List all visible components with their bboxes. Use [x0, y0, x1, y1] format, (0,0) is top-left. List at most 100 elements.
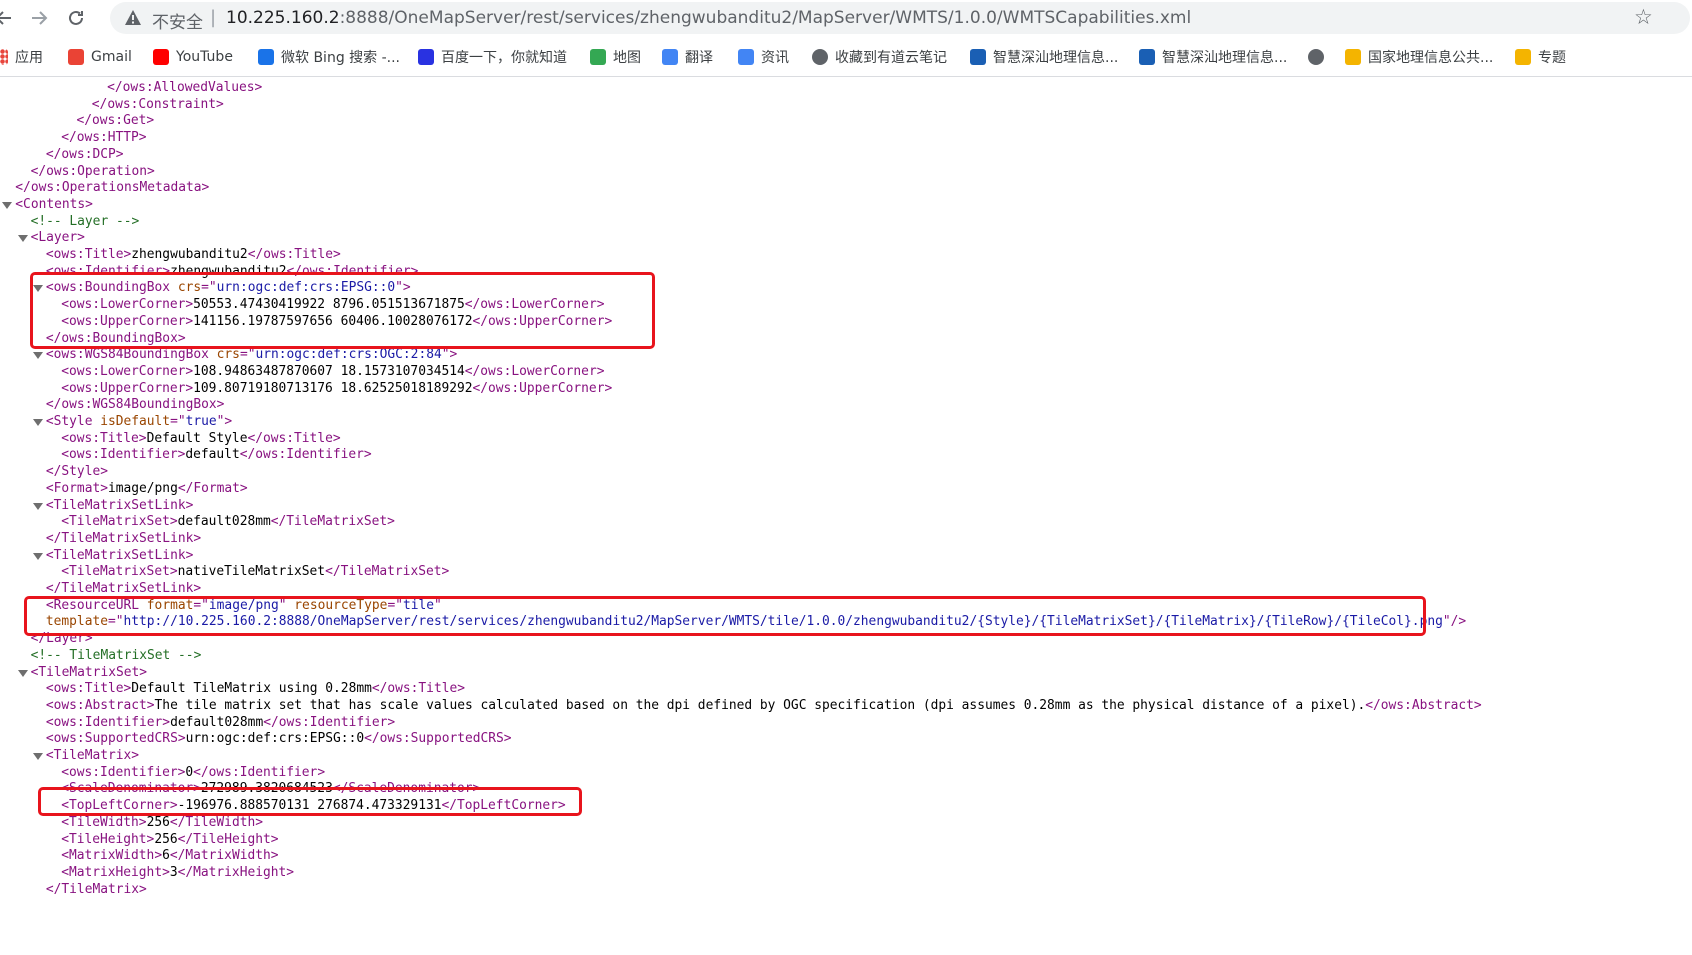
- xml-tag: </ows:Abstract>: [1365, 697, 1482, 713]
- bookmark-star-icon[interactable]: ☆: [1634, 5, 1653, 29]
- bookmark-item[interactable]: 智慧深汕地理信息...: [1139, 47, 1287, 67]
- bookmark-label: 百度一下，你就知道: [441, 50, 567, 66]
- xml-line: <TileHeight>256</TileHeight>: [61, 831, 278, 849]
- xml-tag: </TileMatrixSetLink>: [45, 530, 202, 546]
- tianditu-icon: [1345, 49, 1361, 65]
- xml-line: </ows:Operation>: [31, 163, 155, 181]
- xml-line: <ows:Identifier>default028mm</ows:Identi…: [46, 714, 395, 732]
- collapse-toggle-icon[interactable]: [2, 201, 13, 209]
- xml-attribute-value: urn:ogc:def:crs:OGC:2:84: [255, 347, 442, 363]
- xml-tag: </ows:Title>: [247, 430, 341, 446]
- bookmark-item[interactable]: 百度一下，你就知道: [418, 47, 567, 67]
- xml-line: </TileMatrixSetLink>: [46, 530, 201, 548]
- xml-text: 256: [146, 814, 170, 830]
- xml-tag: =": [239, 347, 256, 363]
- apps-grid-icon: [0, 49, 8, 65]
- xml-line: <TileMatrixSetLink>: [46, 547, 193, 565]
- bookmark-item[interactable]: 智慧深汕地理信息...: [970, 47, 1118, 67]
- xml-tag: </ows:DCP>: [45, 146, 124, 162]
- xml-tag: <TileWidth>: [61, 814, 147, 830]
- translate-icon: [662, 49, 678, 65]
- xml-tag: <ows:WGS84BoundingBox: [45, 347, 217, 363]
- collapse-toggle-icon[interactable]: [32, 753, 43, 760]
- collapse-toggle-icon[interactable]: [17, 669, 28, 677]
- bookmark-item[interactable]: 翻译: [662, 47, 713, 67]
- xml-tag: <TileMatrixSetLink>: [45, 547, 194, 563]
- bookmark-item[interactable]: 微软 Bing 搜索 -...: [258, 47, 400, 67]
- xml-line: </ows:Get>: [77, 112, 155, 130]
- collapse-toggle-icon[interactable]: [32, 502, 43, 510]
- xml-text: 6: [162, 848, 170, 864]
- bookmark-label: Gmail: [91, 49, 132, 65]
- xml-tag: </ows:HTTP>: [61, 130, 147, 146]
- xml-line: <ows:Title>Default TileMatrix using 0.28…: [46, 680, 465, 698]
- news-icon: [738, 49, 754, 65]
- xml-tag: <ows:Title>: [61, 430, 147, 446]
- address-separator: |: [210, 7, 217, 28]
- collapse-toggle-icon[interactable]: [32, 419, 43, 426]
- xml-line: <TileMatrixSetLink>: [46, 497, 193, 515]
- xml-line: <ows:SupportedCRS>urn:ogc:def:crs:EPSG::…: [46, 730, 512, 748]
- xml-tag: =": [170, 414, 186, 429]
- bookmark-item[interactable]: [1308, 47, 1331, 67]
- xml-line: <MatrixWidth>6</MatrixWidth>: [61, 847, 278, 865]
- back-button[interactable]: [0, 5, 18, 31]
- address-bar[interactable]: 不安全 | 10.225.160.2:8888/OneMapServer/res…: [110, 2, 1690, 34]
- xml-tag: <ows:Identifier>: [61, 447, 186, 463]
- bookmark-label: 智慧深汕地理信息...: [1162, 50, 1288, 66]
- xml-tag: <ows:Title>: [45, 247, 132, 262]
- xml-tag: <TileHeight>: [61, 831, 155, 847]
- bookmark-label: 地图: [613, 50, 641, 66]
- xml-tag: </MatrixWidth>: [169, 848, 279, 864]
- xml-tag: <TileMatrix>: [45, 748, 140, 763]
- xml-tag: <ows:LowerCorner>: [61, 363, 194, 379]
- bookmark-item[interactable]: YouTube: [153, 47, 233, 67]
- xml-attribute-name: crs: [216, 347, 240, 363]
- bookmark-item[interactable]: 收藏到有道云笔记: [812, 47, 947, 67]
- bookmark-item[interactable]: 地图: [590, 47, 641, 67]
- xml-tag: <Format>: [45, 480, 108, 496]
- baidu-icon: [418, 49, 434, 65]
- bookmark-label: 微软 Bing 搜索 -...: [281, 50, 401, 66]
- xml-tag: <ows:Title>: [45, 681, 132, 697]
- xml-line: <ows:UpperCorner>109.80719180713176 18.6…: [61, 380, 612, 398]
- bookmark-item[interactable]: Gmail: [68, 47, 132, 67]
- xml-tag: <TileMatrixSet>: [61, 564, 178, 580]
- collapse-toggle-icon[interactable]: [17, 235, 28, 243]
- xml-tag: </ows:Identifier>: [239, 447, 372, 463]
- highlight-resource-url: [24, 596, 1426, 636]
- collapse-toggle-icon[interactable]: [32, 285, 43, 293]
- xml-line: </Style>: [46, 463, 108, 481]
- collapse-toggle-icon[interactable]: [32, 552, 43, 560]
- bing-icon: [258, 49, 274, 65]
- security-status[interactable]: 不安全: [152, 8, 203, 33]
- xml-line: <TileWidth>256</TileWidth>: [61, 814, 263, 832]
- xml-tag: <TileMatrixSet>: [61, 514, 178, 530]
- bookmark-item[interactable]: 资讯: [738, 47, 789, 67]
- xml-line: <ows:LowerCorner>108.94863487870607 18.1…: [61, 363, 604, 381]
- xml-tag: <ows:UpperCorner>: [61, 380, 194, 396]
- xml-line: <!-- TileMatrixSet -->: [31, 647, 202, 665]
- reload-button[interactable]: [62, 5, 90, 31]
- bookmark-item[interactable]: 应用: [0, 47, 43, 67]
- xml-line: <MatrixHeight>3</MatrixHeight>: [61, 864, 294, 882]
- xml-line: <TileMatrix>: [46, 747, 139, 765]
- tianditu-icon: [1515, 49, 1531, 65]
- warning-icon: [125, 10, 141, 25]
- xml-tag: ">: [441, 347, 458, 363]
- bookmark-item[interactable]: 专题: [1515, 47, 1566, 67]
- xml-line: <Format>image/png</Format>: [46, 480, 248, 498]
- xml-line: <ows:Title>zhengwubanditu2</ows:Title>: [46, 246, 341, 264]
- xml-tag: </ows:SupportedCRS>: [364, 731, 512, 747]
- arrow-left-icon: [0, 11, 11, 25]
- xml-tag: <Style: [45, 414, 101, 429]
- bookmark-label: 应用: [15, 50, 43, 66]
- xml-line: <TileMatrixSet>default028mm</TileMatrixS…: [61, 513, 395, 531]
- url-path: :8888/OneMapServer/rest/services/zhengwu…: [339, 8, 1192, 28]
- bookmark-item[interactable]: 国家地理信息公共...: [1345, 47, 1493, 67]
- forward-button[interactable]: [25, 5, 53, 31]
- collapse-toggle-icon[interactable]: [32, 352, 43, 360]
- xml-tag: <ows:Abstract>: [45, 697, 155, 713]
- url-text[interactable]: 10.225.160.2:8888/OneMapServer/rest/serv…: [226, 8, 1191, 28]
- xml-tag: <ows:Identifier>: [61, 764, 186, 780]
